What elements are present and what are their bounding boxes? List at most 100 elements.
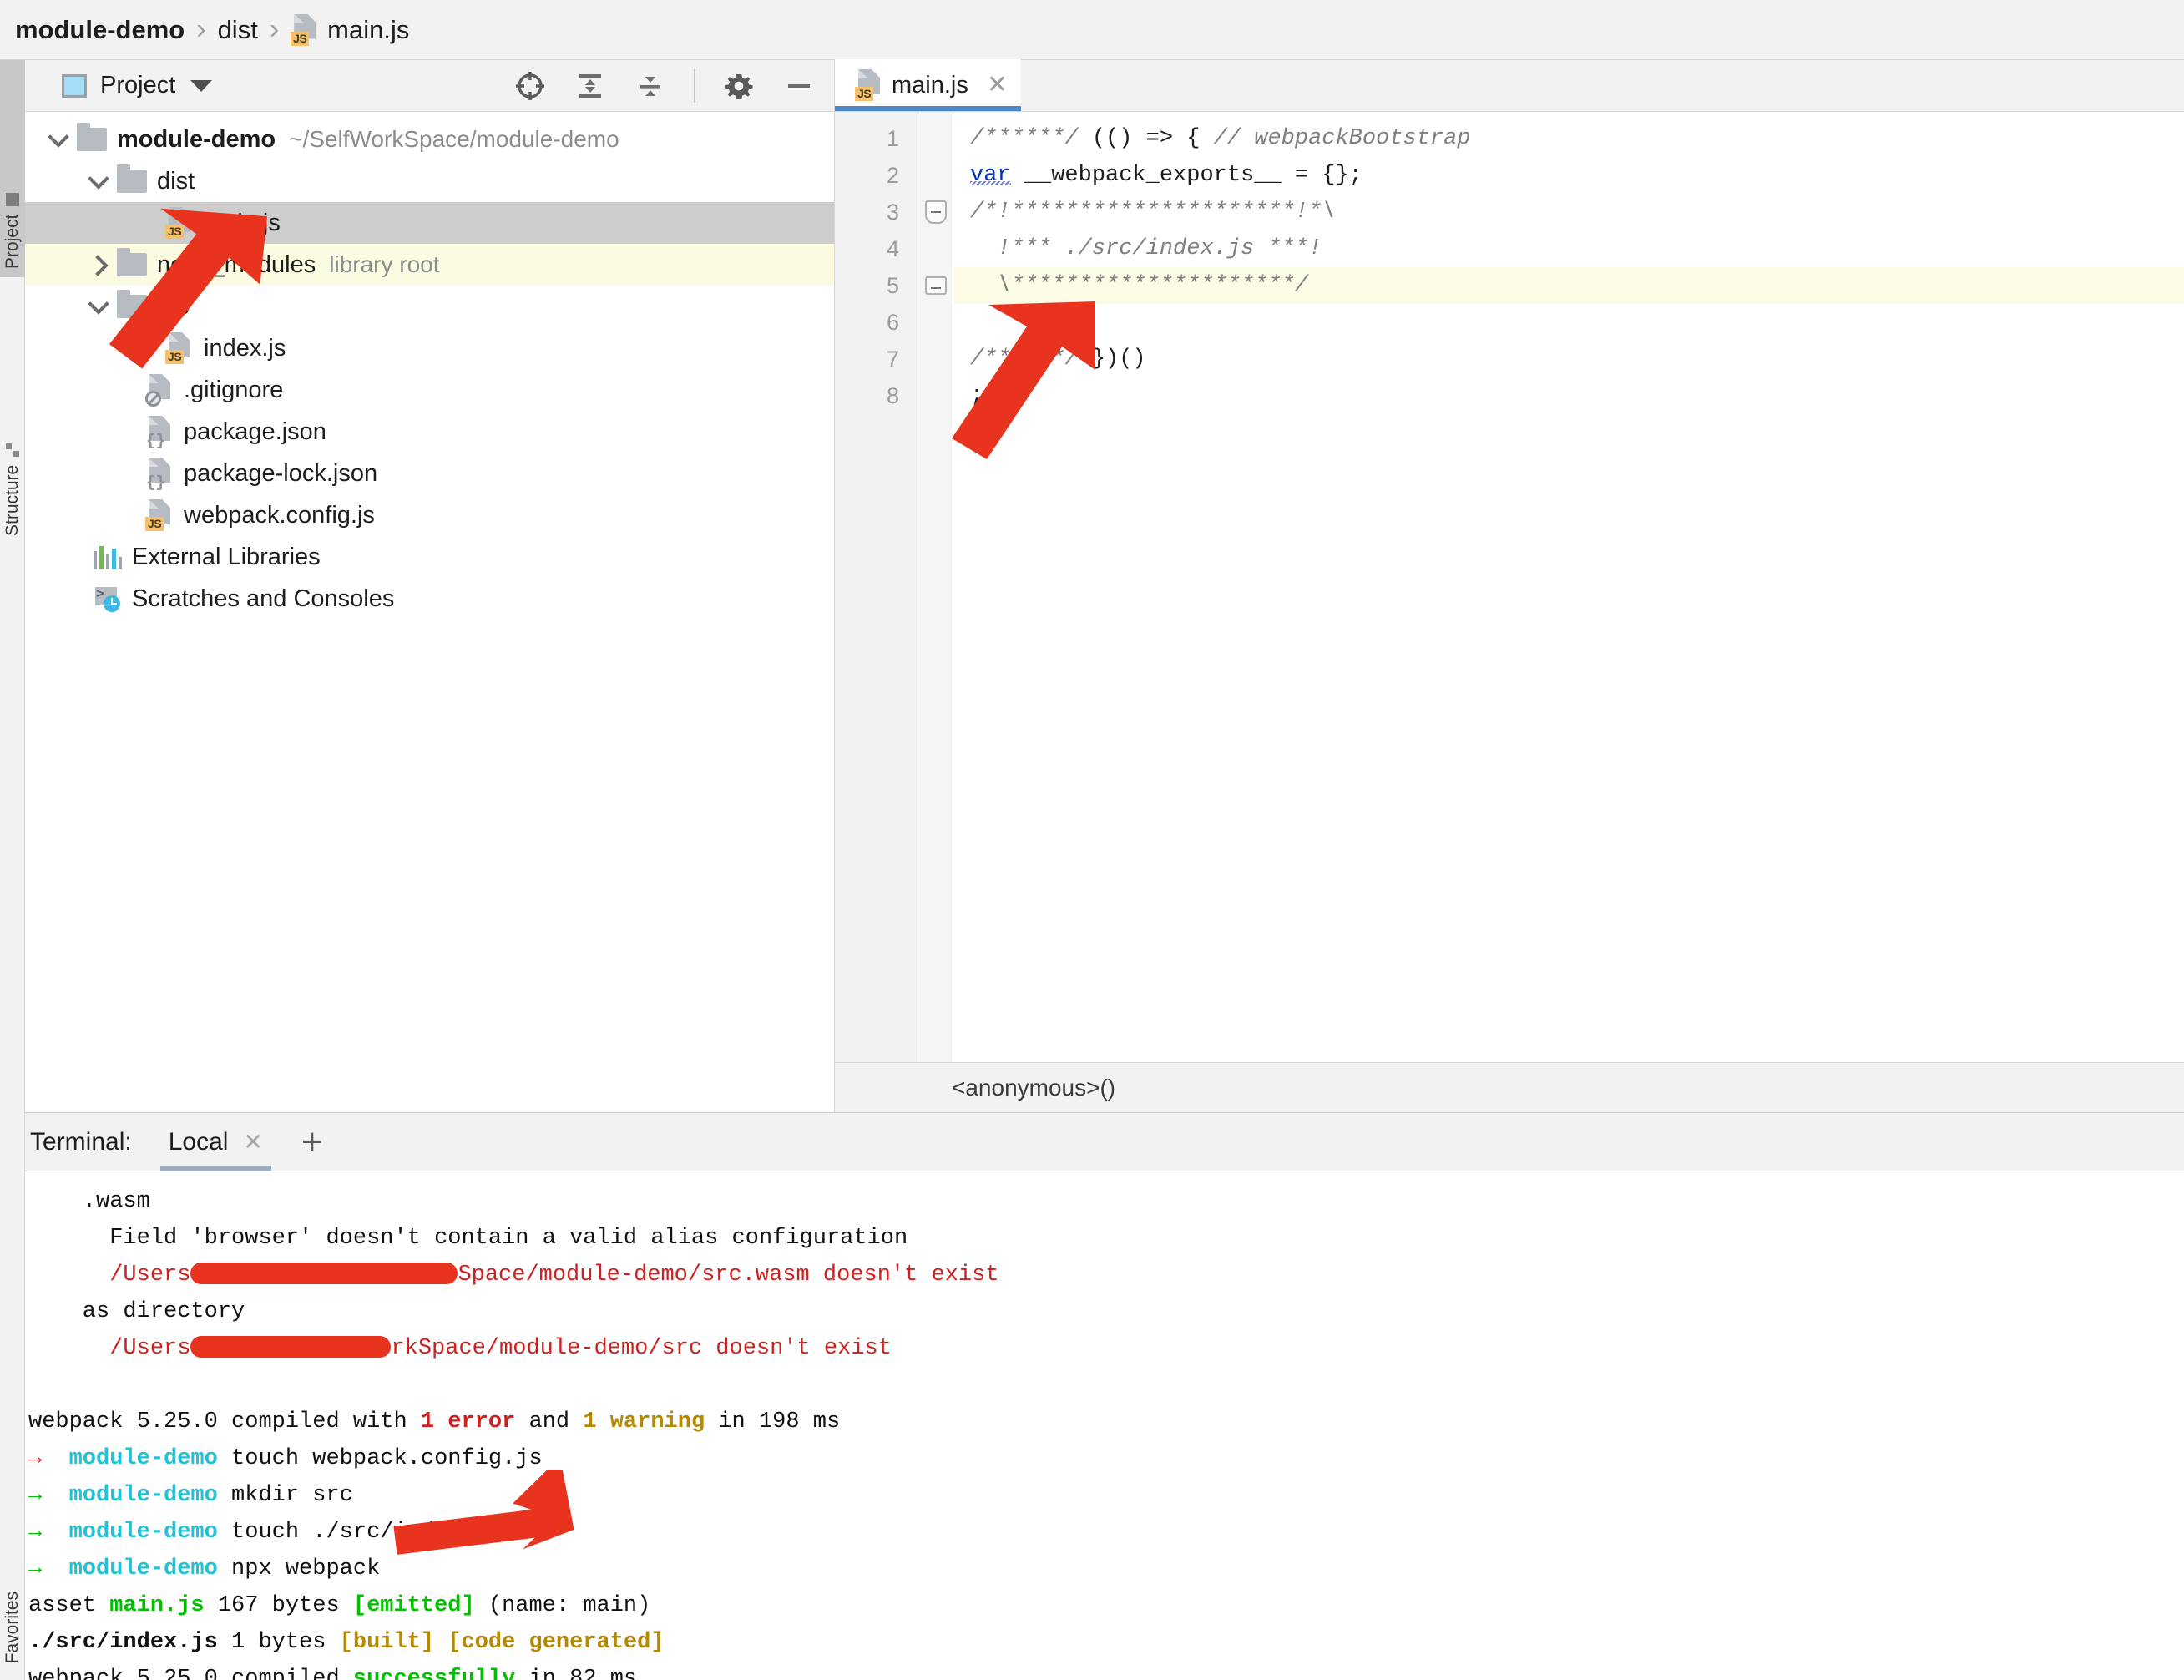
line-number: 6: [886, 310, 899, 335]
code-comment: /******/: [970, 347, 1092, 372]
tree-node-main-js[interactable]: JS main.js: [25, 202, 834, 244]
rail-label-structure: Structure: [3, 464, 22, 536]
code-line: !*** ./src/index.js ***!: [953, 230, 2184, 267]
tree-node-label: External Libraries: [132, 543, 321, 570]
code-line: /******/ (() => { // webpackBootstrap: [953, 120, 2184, 157]
settings-gear-icon[interactable]: [722, 69, 756, 103]
line-number: 7: [886, 347, 899, 372]
code-comment: /******/: [970, 126, 1092, 151]
tree-node-src[interactable]: src: [25, 286, 834, 327]
close-icon[interactable]: ✕: [243, 1128, 262, 1156]
terminal-line: .wasm: [28, 1189, 150, 1214]
redaction-mark: [190, 1336, 392, 1358]
chevron-down-icon[interactable]: [190, 79, 213, 92]
line-number-gutter: 1 2 3 4 5 6 7 8: [835, 112, 918, 1062]
breadcrumb-item-dist[interactable]: dist: [218, 15, 258, 45]
text: in 82 ms: [515, 1667, 638, 1680]
project-panel-title: Project: [100, 72, 176, 99]
code-line: ;: [953, 377, 2184, 414]
code-comment: /*!*********************!*\: [970, 200, 1336, 225]
json-file-icon: {}: [145, 416, 174, 449]
tree-node-package-lock-json[interactable]: {} package-lock.json: [25, 453, 834, 494]
code-line: /******/ })(): [953, 341, 2184, 377]
terminal-line-module: ./src/index.js 1 bytes [built] [code gen…: [28, 1624, 2184, 1661]
line-number: 8: [886, 383, 899, 408]
terminal-label: Terminal:: [30, 1127, 132, 1156]
path-suffix: Space/module-demo/src.wasm doesn't exist: [458, 1263, 999, 1288]
tab-main-js[interactable]: JS main.js ✕: [835, 59, 1021, 111]
terminal-output[interactable]: .wasm Field 'browser' doesn't contain a …: [0, 1171, 2184, 1680]
text: asset: [28, 1593, 110, 1618]
tree-node-index-js[interactable]: JS index.js: [25, 327, 834, 369]
path-suffix: rkSpace/module-demo/src doesn't exist: [391, 1336, 892, 1361]
scroll-from-source-icon[interactable]: [513, 69, 547, 103]
project-file-tree[interactable]: module-demo ~/SelfWorkSpace/module-demo …: [25, 112, 834, 1112]
text: webpack 5.25.0 compiled: [28, 1667, 353, 1680]
rail-label-favorites: Favorites: [3, 1591, 22, 1663]
tab-local-terminal[interactable]: Local ✕: [159, 1113, 272, 1171]
libraries-icon: [94, 544, 123, 569]
prompt-arrow-icon: →: [28, 1483, 43, 1508]
toolbar-divider: [694, 68, 695, 103]
tree-node-label: module-demo: [117, 125, 276, 153]
folder-icon: [117, 248, 147, 276]
terminal-line: Field 'browser' doesn't contain a valid …: [28, 1226, 908, 1251]
sidebar-item-favorites[interactable]: Favorites: [0, 1586, 25, 1668]
tree-node-node-modules[interactable]: node_modules library root: [25, 244, 834, 286]
project-panel-toolbar: [513, 68, 816, 103]
module-name: ./src/index.js: [28, 1630, 218, 1655]
close-icon[interactable]: ✕: [987, 73, 1008, 98]
js-file-icon: JS: [145, 499, 174, 531]
code-folding-gutter[interactable]: [918, 112, 953, 1062]
tree-node-label: src: [157, 292, 190, 320]
terminal-line-compile-error: webpack 5.25.0 compiled with 1 error and…: [28, 1404, 2184, 1440]
tree-node-label: Scratches and Consoles: [132, 584, 395, 612]
tree-node-dist[interactable]: dist: [25, 160, 834, 202]
sidebar-item-structure[interactable]: Structure: [0, 286, 25, 544]
breadcrumb-item-file[interactable]: main.js: [327, 15, 409, 45]
terminal-prompt-line: → module-demo mkdir src: [28, 1477, 2184, 1514]
tree-node-label: dist: [157, 167, 195, 195]
chevron-down-icon[interactable]: [45, 125, 73, 154]
prompt-arrow-icon: →: [28, 1520, 43, 1545]
tree-node-gitignore[interactable]: .gitignore: [25, 369, 834, 411]
tree-node-label: index.js: [204, 334, 286, 362]
asset-name: main.js: [109, 1593, 205, 1618]
ide-window: module-demo › dist › JS main.js Project …: [0, 0, 2184, 1680]
path-prefix: /Users: [28, 1336, 191, 1361]
tree-node-webpack-config-js[interactable]: JS webpack.config.js: [25, 494, 834, 536]
plus-icon[interactable]: +: [301, 1123, 323, 1161]
prompt-command: mkdir src: [231, 1483, 353, 1508]
tree-node-external-libraries[interactable]: External Libraries: [25, 536, 834, 578]
tree-node-package-json[interactable]: {} package.json: [25, 411, 834, 453]
terminal-prompt-line: → module-demo npx webpack: [28, 1551, 2184, 1587]
text: in 198 ms: [705, 1409, 841, 1435]
fold-marker-icon[interactable]: [918, 267, 953, 304]
tree-node-module-demo[interactable]: module-demo ~/SelfWorkSpace/module-demo: [25, 119, 834, 160]
line-number: 1: [886, 126, 899, 151]
chevron-down-icon[interactable]: [85, 292, 114, 321]
collapse-all-icon[interactable]: [634, 69, 667, 103]
tree-node-label: .gitignore: [184, 376, 284, 403]
project-tool-window: Project module-demo ~/SelfWorkSpace/modu…: [25, 60, 835, 1112]
prompt-command: npx webpack: [231, 1556, 381, 1581]
chevron-down-icon[interactable]: [85, 167, 114, 195]
hide-panel-icon[interactable]: [782, 69, 816, 103]
code-area[interactable]: 1 2 3 4 5 6 7 8 /******/ (() => {// web…: [835, 112, 2184, 1062]
sidebar-item-project[interactable]: Project: [0, 60, 25, 277]
tree-node-label: webpack.config.js: [184, 501, 375, 529]
scratches-icon: >: [94, 585, 122, 612]
gitignore-file-icon: [145, 374, 174, 407]
terminal-tool-window: Terminal: Local ✕ + .wasm Field 'browser…: [0, 1112, 2184, 1680]
fold-marker-open-icon[interactable]: [918, 194, 953, 230]
tree-node-scratches-and-consoles[interactable]: > Scratches and Consoles: [25, 578, 834, 620]
text: 1 bytes: [217, 1630, 340, 1655]
expand-all-icon[interactable]: [574, 69, 607, 103]
code-text[interactable]: /******/ (() => { // webpackBootstrap va…: [953, 112, 2184, 1062]
breadcrumb-item-project[interactable]: module-demo: [15, 15, 185, 45]
folder-icon: [77, 123, 107, 151]
chevron-right-icon[interactable]: [85, 250, 114, 279]
